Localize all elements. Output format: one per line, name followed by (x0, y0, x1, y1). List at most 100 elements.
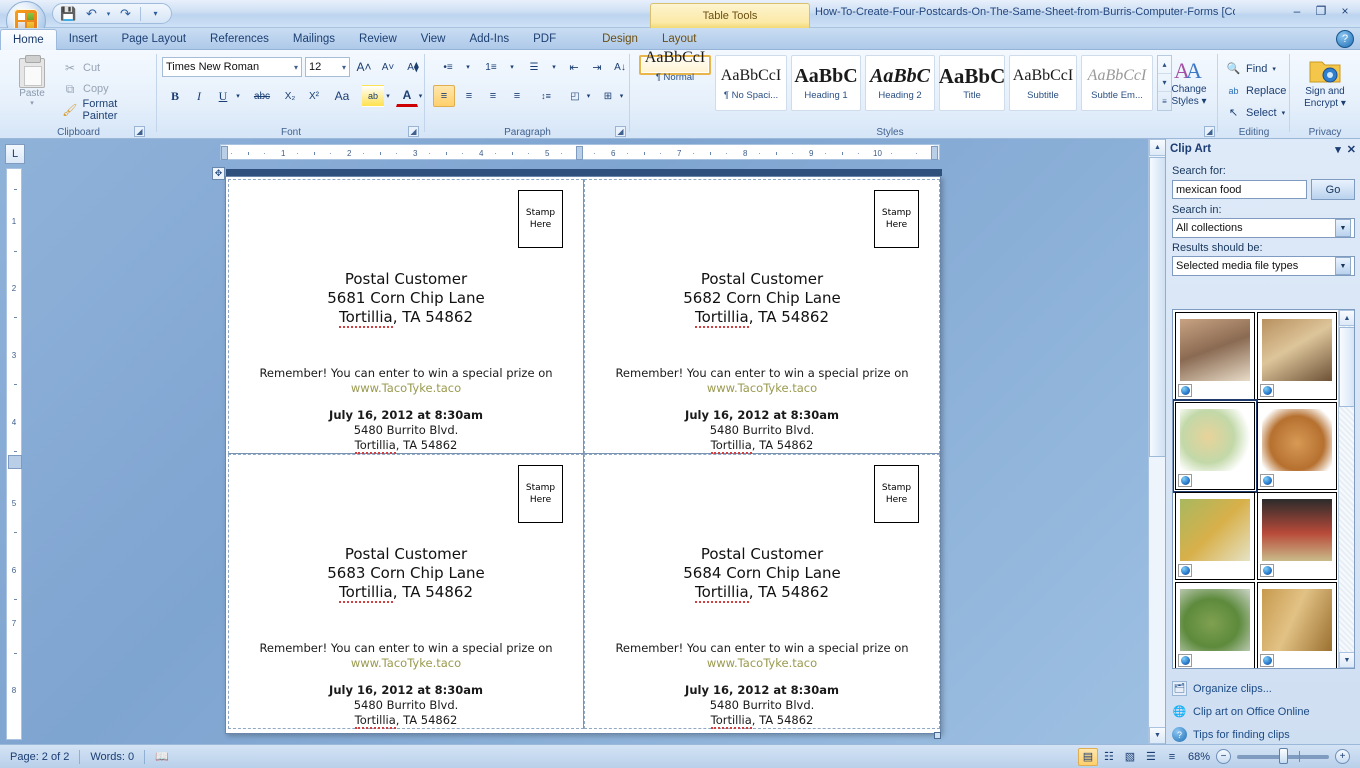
tab-design[interactable]: Design (590, 28, 650, 50)
subscript-button[interactable]: X₂ (279, 85, 301, 107)
bold-button[interactable]: B (164, 85, 186, 107)
results-scroll-down-icon[interactable]: ▼ (1339, 652, 1354, 668)
change-case-button[interactable]: Aa (327, 85, 357, 107)
view-print-layout[interactable]: ▤ (1077, 747, 1098, 766)
search-input[interactable]: mexican food (1172, 180, 1307, 199)
document-vertical-scrollbar[interactable]: ▲ ▼ (1148, 139, 1166, 744)
style-heading-2[interactable]: AaBbC Heading 2 (865, 55, 935, 111)
document-page[interactable]: Stamp Here Postal Customer 5681 Corn Chi… (212, 167, 942, 739)
select-button[interactable]: ↖ Select ▾ (1222, 102, 1289, 123)
shrink-font-button[interactable]: A˅ (377, 56, 399, 78)
zoom-level-label[interactable]: 68% (1188, 751, 1210, 763)
copy-button[interactable]: ⧉ Copy (58, 79, 113, 99)
style-heading-1[interactable]: AaBbC Heading 1 (791, 55, 861, 111)
tab-review[interactable]: Review (347, 28, 409, 50)
promo-url[interactable]: www.TacoTyke.taco (585, 381, 939, 396)
numbering-dropdown-icon[interactable]: ▾ (507, 56, 517, 78)
save-icon[interactable]: 💾 (58, 5, 79, 23)
undo-dropdown-icon[interactable]: ▾ (104, 5, 113, 23)
results-scrollbar[interactable]: ▲ ▼ (1338, 310, 1354, 668)
tab-stop-selector[interactable]: L (5, 144, 25, 164)
paste-button[interactable]: Paste ▾ (10, 55, 54, 117)
clear-formatting-button[interactable]: A⧫ (402, 56, 424, 78)
tab-insert[interactable]: Insert (57, 28, 110, 50)
view-full-screen-reading[interactable]: ☷ (1099, 748, 1119, 766)
tab-pdf[interactable]: PDF (521, 28, 568, 50)
increase-indent-button[interactable]: ⇥ (586, 56, 608, 78)
decrease-indent-button[interactable]: ⇤ (563, 56, 585, 78)
tab-home[interactable]: Home (0, 29, 57, 50)
chevron-down-icon[interactable]: ▼ (1335, 219, 1351, 237)
multilevel-dropdown-icon[interactable]: ▾ (549, 56, 559, 78)
clip-art-thumbnail[interactable] (1175, 312, 1255, 400)
replace-button[interactable]: ab Replace (1222, 80, 1290, 101)
clip-art-thumbnail[interactable] (1257, 402, 1337, 490)
tab-add-ins[interactable]: Add-Ins (457, 28, 521, 50)
sort-button[interactable]: A↓ (609, 56, 631, 78)
font-name-combo[interactable]: Times New Roman ▾ (162, 57, 302, 77)
style-subtle-emphasis[interactable]: AaBbCcI Subtle Em... (1081, 55, 1153, 111)
strikethrough-button[interactable]: abc (247, 85, 277, 107)
sign-and-encrypt-button[interactable]: Sign and Encrypt ▾ (1292, 56, 1358, 110)
close-icon[interactable]: × (1334, 2, 1356, 20)
bullets-dropdown-icon[interactable]: ▾ (463, 56, 473, 78)
right-indent-marker[interactable] (931, 146, 938, 160)
help-icon[interactable]: ? (1336, 30, 1354, 48)
chevron-down-icon[interactable]: ▼ (1335, 257, 1351, 275)
restore-icon[interactable]: ❐ (1310, 2, 1332, 20)
view-outline[interactable]: ☰ (1141, 748, 1161, 766)
column-marker[interactable] (576, 146, 583, 160)
clip-art-results-list[interactable]: ▲ ▼ (1172, 309, 1355, 669)
align-left-button[interactable]: ≡ (433, 85, 455, 107)
text-highlight-color-button[interactable]: ab (362, 85, 384, 107)
numbering-button[interactable]: 1≡ (476, 56, 506, 78)
postcard-cell-4[interactable]: Stamp Here Postal Customer 5684 Corn Chi… (584, 454, 940, 729)
multilevel-list-button[interactable]: ☰ (519, 56, 549, 78)
superscript-button[interactable]: X² (303, 85, 325, 107)
postcard-cell-2[interactable]: Stamp Here Postal Customer 5682 Corn Chi… (584, 179, 940, 454)
zoom-slider-handle[interactable] (1279, 747, 1288, 764)
change-styles-dialog-launcher[interactable]: ◢ (1204, 126, 1215, 137)
search-in-select[interactable]: All collections ▼ (1172, 218, 1355, 238)
font-dialog-launcher[interactable]: ◢ (408, 126, 419, 137)
tips-for-finding-clips-link[interactable]: ? Tips for finding clips (1172, 723, 1355, 746)
borders-button[interactable]: ⊞ (597, 85, 619, 107)
tab-view[interactable]: View (409, 28, 458, 50)
left-indent-marker[interactable] (221, 146, 228, 160)
promo-url[interactable]: www.TacoTyke.taco (229, 656, 583, 671)
redo-icon[interactable]: ↷ (115, 5, 136, 23)
word-count[interactable]: Words: 0 (80, 748, 144, 766)
tab-references[interactable]: References (198, 28, 281, 50)
vertical-ruler[interactable]: 1 2 3 4 5 6 7 8 (6, 168, 22, 740)
align-center-button[interactable]: ≡ (458, 85, 480, 107)
scroll-up-icon[interactable]: ▲ (1149, 139, 1166, 156)
clip-art-thumbnail[interactable] (1257, 582, 1337, 668)
pane-close-icon[interactable]: ✕ (1347, 143, 1356, 156)
v-margin-marker[interactable] (8, 455, 22, 469)
shading-button[interactable]: ◰ (564, 85, 586, 107)
find-button[interactable]: 🔍 Find ▾ (1222, 58, 1280, 79)
format-painter-button[interactable]: 🖌 Format Painter (58, 98, 157, 122)
postcard-cell-1[interactable]: Stamp Here Postal Customer 5681 Corn Chi… (228, 179, 584, 454)
undo-icon[interactable]: ↶ (81, 5, 102, 23)
highlight-dropdown-icon[interactable]: ▾ (383, 85, 393, 107)
clip-art-thumbnail[interactable] (1257, 312, 1337, 400)
style-title[interactable]: AaBbC Title (939, 55, 1005, 111)
promo-url[interactable]: www.TacoTyke.taco (229, 381, 583, 396)
style-normal[interactable]: AaBbCcI ¶ Normal (639, 49, 711, 83)
underline-dropdown-icon[interactable]: ▾ (233, 85, 243, 107)
organize-clips-link[interactable]: 🗂 Organize clips... (1172, 677, 1355, 700)
view-web-layout[interactable]: ▧ (1120, 748, 1140, 766)
italic-button[interactable]: I (188, 85, 210, 107)
results-type-select[interactable]: Selected media file types ▼ (1172, 256, 1355, 276)
clip-art-thumbnail-selected[interactable] (1173, 399, 1258, 493)
shading-dropdown-icon[interactable]: ▾ (584, 85, 593, 107)
borders-dropdown-icon[interactable]: ▾ (617, 85, 626, 107)
table-move-handle[interactable]: ✥ (212, 167, 225, 180)
scroll-down-icon[interactable]: ▼ (1149, 727, 1166, 744)
tab-mailings[interactable]: Mailings (281, 28, 347, 50)
zoom-out-button[interactable]: − (1216, 749, 1231, 764)
font-size-combo[interactable]: 12 ▾ (305, 57, 350, 77)
zoom-in-button[interactable]: + (1335, 749, 1350, 764)
horizontal-ruler[interactable]: 1 2 3 4 5 6 7 8 9 10 (220, 144, 940, 160)
